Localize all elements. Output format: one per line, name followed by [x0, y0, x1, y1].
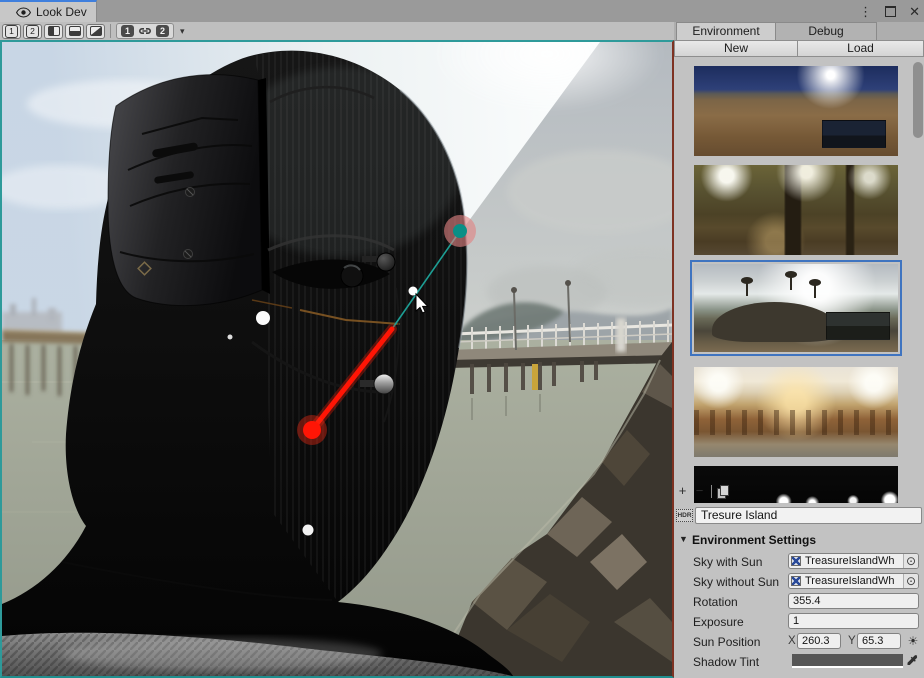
duplicate-environment-icon[interactable]	[717, 485, 729, 498]
add-environment-button[interactable]: +	[674, 483, 691, 499]
sun-handle	[453, 224, 467, 238]
x-axis-label: X	[788, 635, 796, 647]
split-horizontal-icon	[69, 26, 81, 36]
view-2-button[interactable]: 2	[23, 24, 42, 39]
env-1-badge[interactable]: 1	[121, 25, 134, 37]
split-vertical-button[interactable]	[44, 24, 63, 39]
split-vertical-icon	[48, 26, 60, 36]
env-thumbnail-desert-noon[interactable]	[694, 66, 898, 156]
cubemap-texture-icon	[791, 576, 801, 586]
cubemap-texture-icon	[791, 556, 801, 566]
row-exposure: Exposure 1	[674, 613, 924, 631]
lookdev-window: Look Dev ⋮ ✕ 1 2 1 2 ▾ Environment Debug	[0, 0, 924, 678]
row-sky-without-sun: Sky without Sun TreasureIslandWh ⊙	[674, 573, 924, 591]
split-horizontal-button[interactable]	[65, 24, 84, 39]
env-2-badge[interactable]: 2	[156, 25, 169, 37]
palm-tree-shape	[814, 284, 816, 298]
dropdown-arrow-icon[interactable]: ▾	[180, 26, 185, 37]
object-picker-icon[interactable]: ⊙	[903, 554, 918, 568]
sun-position-x-field[interactable]: 260.3	[797, 633, 841, 649]
palm-tree-shape	[790, 276, 792, 290]
env-thumbnail-island-inset	[826, 312, 890, 340]
toolbar-row: 1 2 1 2 ▾ Environment Debug	[0, 22, 924, 40]
split-zone-button[interactable]	[86, 24, 105, 39]
environment-name-row: HDR Tresure Island	[674, 506, 924, 526]
env-thumbnail-treasure-island-selected[interactable]	[690, 260, 902, 356]
split-zone-icon	[90, 26, 102, 36]
close-icon[interactable]: ✕	[909, 5, 920, 18]
environment-settings: ▼ Environment Settings Sky with Sun Trea…	[674, 532, 924, 678]
footer-separator	[711, 485, 712, 498]
object-picker-icon[interactable]: ⊙	[903, 574, 918, 588]
sun-position-y-field[interactable]: 65.3	[857, 633, 901, 649]
tab-look-dev[interactable]: Look Dev	[0, 0, 97, 22]
sky-with-sun-object-field[interactable]: TreasureIslandWh ⊙	[788, 553, 919, 569]
remove-environment-button[interactable]: −	[691, 483, 708, 499]
load-button[interactable]: Load	[797, 40, 924, 57]
row-shadow-tint: Shadow Tint	[674, 653, 924, 671]
window-title: Look Dev	[36, 5, 87, 19]
gizmo-end-dot	[303, 421, 321, 439]
env-thumbnail-treasure-island	[694, 264, 898, 352]
tab-debug[interactable]: Debug	[775, 22, 877, 40]
island-rocks-shape	[712, 302, 842, 342]
env-thumbnail-church[interactable]	[694, 367, 898, 457]
rendered-scene	[2, 42, 672, 676]
shadow-tint-color-swatch[interactable]	[792, 654, 903, 668]
exposure-field[interactable]: 1	[788, 613, 919, 629]
environment-name-field[interactable]: Tresure Island	[695, 507, 922, 524]
link-icon[interactable]	[138, 26, 152, 36]
church-pews-shape	[694, 410, 898, 435]
env-list-footer: + −	[674, 482, 744, 500]
env-list-scrollbar[interactable]	[913, 62, 923, 138]
environment-panel: New Load + − HDR Tresure Island	[674, 40, 924, 678]
env-link-group: 1 2	[116, 23, 174, 39]
env-thumbnail-desert-inset	[822, 120, 886, 148]
rotation-field[interactable]: 355.4	[788, 593, 919, 609]
y-axis-label: Y	[848, 635, 856, 647]
new-button[interactable]: New	[674, 40, 798, 57]
view-1-button[interactable]: 1	[2, 24, 21, 39]
row-sun-position: Sun Position X 260.3 Y 65.3 ☀	[674, 633, 924, 651]
lookdev-toolbar: 1 2 1 2 ▾	[0, 22, 674, 40]
window-controls: ⋮ ✕	[859, 0, 920, 22]
maximize-icon[interactable]	[885, 6, 896, 17]
eye-icon	[16, 7, 31, 18]
row-rotation: Rotation 355.4	[674, 593, 924, 611]
row-sky-with-sun: Sky with Sun TreasureIslandWh ⊙	[674, 553, 924, 571]
eyedropper-icon[interactable]	[907, 655, 918, 667]
menu-icon[interactable]: ⋮	[859, 5, 872, 18]
sun-icon[interactable]: ☀	[905, 633, 921, 649]
lookdev-viewport[interactable]	[0, 40, 674, 678]
title-bar: Look Dev ⋮ ✕	[0, 0, 924, 23]
sky-without-sun-object-field[interactable]: TreasureIslandWh ⊙	[788, 573, 919, 589]
palm-tree-shape	[746, 282, 748, 296]
toolbar-separator	[110, 24, 111, 38]
foldout-icon[interactable]: ▼	[679, 534, 688, 544]
hdr-badge-icon: HDR	[676, 509, 693, 522]
env-thumbnail-forest[interactable]	[694, 165, 898, 255]
tab-environment[interactable]: Environment	[676, 22, 776, 40]
